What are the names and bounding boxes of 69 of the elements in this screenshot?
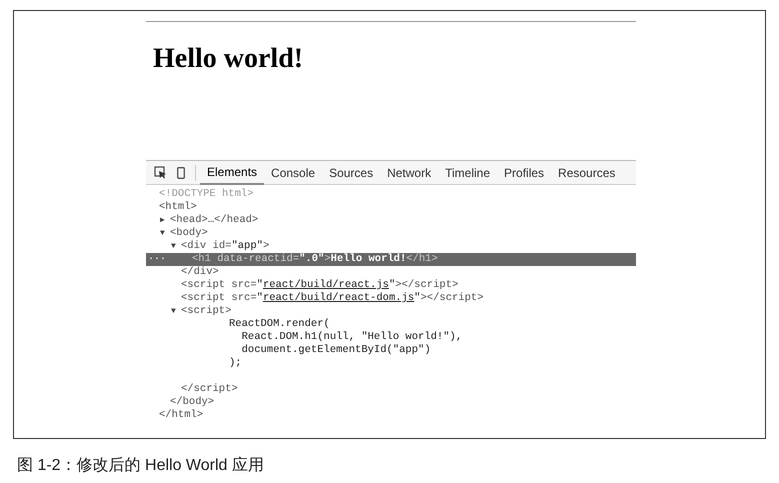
markup-token: " <box>388 279 396 292</box>
devtools-tab[interactable]: Profiles <box>497 160 552 184</box>
markup-token: " <box>414 292 420 305</box>
markup-token: <html> <box>159 201 197 214</box>
markup-token: <script> <box>181 305 232 318</box>
markup-token: <!DOCTYPE html> <box>159 188 254 201</box>
markup-token: Hello world! <box>330 253 406 266</box>
devtools-tab[interactable]: Console <box>264 160 322 184</box>
tree-row[interactable]: React.DOM.h1(null, "Hello world!"), <box>146 331 636 344</box>
disclosure-arrow[interactable]: ▶ <box>160 214 170 227</box>
markup-token: </script> <box>181 383 238 396</box>
tree-row[interactable]: <html> <box>146 201 636 214</box>
markup-token: " <box>256 292 263 305</box>
tree-row[interactable]: <script src="react/build/react-dom.js"></script> <box>146 292 636 305</box>
markup-token: <script <box>181 292 226 305</box>
code-line: React.DOM.h1(null, "Hello world!"), <box>240 331 462 344</box>
selected-row[interactable]: ... <h1 data-reactid=".0">Hello world!</h1> <box>146 253 636 266</box>
markup-token: > <box>262 240 270 253</box>
markup-token: <div <box>181 240 206 253</box>
figure-caption: 图 1-2：修改后的 Hello World 应用 <box>17 456 264 476</box>
markup-token: <body> <box>170 227 208 240</box>
markup-token: src= <box>230 279 257 292</box>
page-heading: Hello world! <box>153 45 304 73</box>
markup-token: </html> <box>159 409 204 422</box>
tree-row[interactable]: ▼ <div id="app"> <box>146 240 636 253</box>
source-link[interactable]: react/build/react-dom.js <box>262 292 414 305</box>
markup-token: ></script> <box>395 279 458 292</box>
tree-row[interactable]: ReactDOM.render( <box>146 318 636 331</box>
code-line: ReactDOM.render( <box>229 318 330 331</box>
markup-token: <script <box>181 279 226 292</box>
tree-row[interactable]: </script> <box>146 383 636 396</box>
tree-row[interactable]: <script src="react/build/react.js"></script> <box>146 279 636 292</box>
inspect-icon[interactable] <box>154 166 167 179</box>
tree-row[interactable]: ▼ <script> <box>146 305 636 318</box>
devtools-tab[interactable]: Timeline <box>438 160 498 184</box>
markup-token: </div> <box>181 266 219 279</box>
markup-token: > <box>324 253 331 266</box>
tree-row[interactable]: </html> <box>146 409 636 422</box>
markup-token: </head> <box>214 214 258 227</box>
markup-token: src= <box>231 292 257 305</box>
tree-row[interactable]: ); <box>146 357 636 370</box>
disclosure-arrow[interactable]: ▼ <box>171 305 181 318</box>
markup-token: data-reactid= <box>216 253 300 266</box>
code-line: ); <box>229 357 242 370</box>
markup-token: ></script> <box>420 292 484 305</box>
devtools-tab[interactable]: Sources <box>322 160 380 184</box>
markup-token: </body> <box>170 396 214 409</box>
row-marker: ... <box>148 251 166 264</box>
devtools-tab[interactable]: Resources <box>551 160 622 184</box>
markup-token: "app" <box>231 240 263 253</box>
markup-token: ".0" <box>299 253 324 266</box>
markup-token: " <box>256 279 263 292</box>
tree-row[interactable]: </div> <box>146 266 636 279</box>
markup-token: <head> <box>170 214 208 227</box>
markup-token: <h1 <box>192 253 211 266</box>
devtools-tab[interactable]: Elements <box>200 160 264 184</box>
tree-row[interactable]: ▶ <head>…</head> <box>146 214 636 227</box>
tree-row[interactable]: document.getElementById("app") <box>146 344 636 357</box>
tree-row[interactable]: </body> <box>146 396 636 409</box>
tree-row[interactable]: ▼ <body> <box>146 227 636 240</box>
code-line: document.getElementById("app") <box>240 344 431 357</box>
disclosure-arrow[interactable]: ▼ <box>171 240 181 253</box>
markup-token: </h1> <box>406 253 438 266</box>
device-icon[interactable] <box>177 166 185 178</box>
source-link[interactable]: react/build/react.js <box>262 279 389 292</box>
markup-token: … <box>208 214 214 227</box>
devtools-tab[interactable]: Network <box>380 160 438 184</box>
markup-token: id= <box>212 240 232 253</box>
disclosure-arrow[interactable]: ▼ <box>160 227 170 240</box>
